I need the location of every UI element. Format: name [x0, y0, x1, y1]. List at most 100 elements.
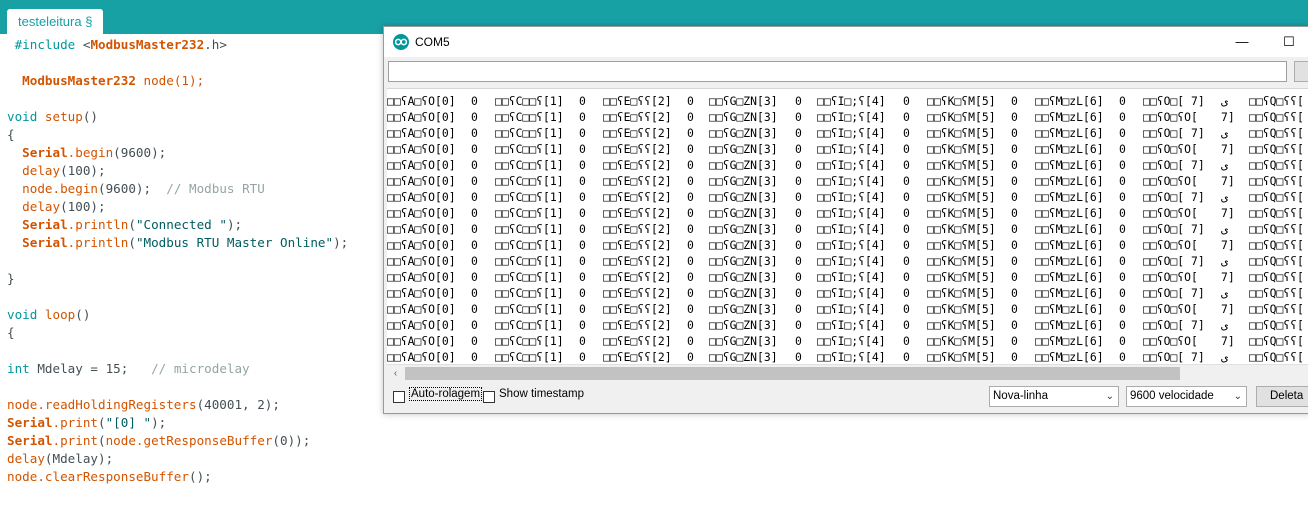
- serial-output-value: □□ʕQ□ʕʕ[: [1249, 206, 1304, 220]
- serial-output-value: 0: [471, 350, 478, 364]
- serial-output-value: 0: [795, 206, 802, 220]
- serial-output-value: 0: [687, 318, 694, 332]
- serial-output-value: 0: [579, 286, 586, 300]
- serial-output-value: □□ʕO□[ 7]: [1143, 94, 1205, 108]
- serial-output-value: □□ʕK□ʕM[5]: [927, 94, 996, 108]
- serial-output-value: □□ʕK□ʕM[5]: [927, 334, 996, 348]
- serial-output-value: 0: [579, 190, 586, 204]
- serial-output-value: 0: [1011, 110, 1018, 124]
- serial-output-value: □□ʕC□□ʕ[1]: [495, 158, 564, 172]
- timestamp-label[interactable]: Show timestamp: [499, 388, 584, 400]
- serial-output-value: 0: [579, 318, 586, 332]
- serial-output-value: □□ʕI□;ʕ[4]: [817, 158, 886, 172]
- serial-output-value: 0: [471, 238, 478, 252]
- maximize-button[interactable]: ☐: [1266, 27, 1308, 57]
- serial-output-value: 0: [471, 94, 478, 108]
- serial-output-line: □□ʕA□ʕO[0] 0 □□ʕC□□ʕ[1] 0 □□ʕE□ʕʕ[2] 0 □□ʕG□ZN…: [387, 125, 1308, 141]
- serial-output-value: 0: [903, 174, 910, 188]
- serial-output-value: □□ʕQ□ʕʕ[: [1249, 190, 1304, 204]
- serial-output-value: 0: [1011, 126, 1018, 140]
- serial-output-value: □□ʕC□□ʕ[1]: [495, 350, 564, 364]
- serial-output-value: ى: [1221, 222, 1228, 236]
- serial-output-value: □□ʕG□ZN[3]: [709, 254, 778, 268]
- line-ending-select[interactable]: Nova-linha ⌄: [989, 386, 1119, 407]
- serial-output-value: 0: [1119, 126, 1126, 140]
- serial-output-line: □□ʕA□ʕO[0] 0 □□ʕC□□ʕ[1] 0 □□ʕE□ʕʕ[2] 0 □□ʕG□ZN…: [387, 317, 1308, 333]
- serial-output-value: □□ʕO□ʕO[: [1143, 142, 1198, 156]
- serial-output-value: 0: [1119, 334, 1126, 348]
- autoscroll-checkbox[interactable]: [393, 391, 405, 403]
- serial-output-value: 0: [471, 270, 478, 284]
- serial-output-value: 0: [903, 302, 910, 316]
- serial-output-value: □□ʕK□ʕM[5]: [927, 270, 996, 284]
- serial-output[interactable]: □□ʕA□ʕO[0] 0 □□ʕC□□ʕ[1] 0 □□ʕE□ʕʕ[2] 0 □□ʕG□ZN…: [387, 88, 1308, 365]
- serial-output-value: 0: [471, 174, 478, 188]
- serial-footer: Auto-rolagem Show timestamp Nova-linha ⌄…: [384, 383, 1308, 413]
- serial-output-value: □□ʕQ□ʕʕ[: [1249, 222, 1304, 236]
- serial-output-value: 0: [579, 270, 586, 284]
- serial-output-value: 0: [1119, 222, 1126, 236]
- sketch-tab[interactable]: testeleitura §: [7, 9, 104, 34]
- baud-rate-value: 9600 velocidade: [1130, 390, 1214, 402]
- autoscroll-label[interactable]: Auto-rolagem: [409, 387, 483, 401]
- serial-output-value: □□ʕE□ʕʕ[2]: [603, 206, 672, 220]
- serial-output-value: □□ʕI□;ʕ[4]: [817, 174, 886, 188]
- serial-output-value: □□ʕG□ZN[3]: [709, 174, 778, 188]
- serial-output-value: 0: [1119, 238, 1126, 252]
- serial-output-value: 0: [795, 222, 802, 236]
- serial-output-value: 0: [579, 302, 586, 316]
- minimize-button[interactable]: —: [1219, 27, 1265, 57]
- serial-output-line: □□ʕA□ʕO[0] 0 □□ʕC□□ʕ[1] 0 □□ʕE□ʕʕ[2] 0 □□ʕG□ZN…: [387, 237, 1308, 253]
- serial-output-value: ى: [1221, 158, 1228, 172]
- serial-output-value: 0: [1119, 190, 1126, 204]
- serial-output-value: 0: [1119, 158, 1126, 172]
- serial-output-value: 0: [579, 334, 586, 348]
- clear-output-button[interactable]: Deleta: [1256, 386, 1308, 407]
- serial-output-value: □□ʕE□ʕʕ[2]: [603, 190, 672, 204]
- serial-output-value: 0: [1011, 334, 1018, 348]
- source-code[interactable]: #include <ModbusMaster232.h> ModbusMaste…: [7, 36, 348, 486]
- baud-rate-select[interactable]: 9600 velocidade ⌄: [1126, 386, 1247, 407]
- serial-output-value: □□ʕK□ʕM[5]: [927, 174, 996, 188]
- send-button[interactable]: [1294, 61, 1308, 82]
- serial-output-value: 7]: [1221, 302, 1235, 316]
- scrollbar-thumb[interactable]: [405, 367, 1180, 380]
- serial-output-line: □□ʕA□ʕO[0] 0 □□ʕC□□ʕ[1] 0 □□ʕE□ʕʕ[2] 0 □□ʕG□ZN…: [387, 173, 1308, 189]
- serial-output-value: □□ʕA□ʕO[0]: [387, 302, 456, 316]
- serial-output-value: 0: [471, 110, 478, 124]
- serial-output-value: 0: [687, 174, 694, 188]
- scroll-left-icon[interactable]: ‹: [387, 365, 404, 382]
- serial-output-value: 0: [1119, 94, 1126, 108]
- serial-output-value: □□ʕE□ʕʕ[2]: [603, 222, 672, 236]
- serial-output-value: □□ʕQ□ʕʕ[: [1249, 302, 1304, 316]
- serial-output-value: 0: [1011, 206, 1018, 220]
- serial-output-line: □□ʕA□ʕO[0] 0 □□ʕC□□ʕ[1] 0 □□ʕE□ʕʕ[2] 0 □□ʕG□ZN…: [387, 221, 1308, 237]
- serial-output-value: □□ʕC□□ʕ[1]: [495, 302, 564, 316]
- serial-output-value: 0: [687, 206, 694, 220]
- window-title: COM5: [415, 35, 450, 49]
- serial-output-value: ى: [1221, 350, 1228, 364]
- window-titlebar[interactable]: COM5 — ☐: [384, 27, 1308, 57]
- serial-output-line: □□ʕA□ʕO[0] 0 □□ʕC□□ʕ[1] 0 □□ʕE□ʕʕ[2] 0 □□ʕG□ZN…: [387, 93, 1308, 109]
- serial-output-value: 0: [795, 254, 802, 268]
- serial-output-value: □□ʕA□ʕO[0]: [387, 110, 456, 124]
- serial-output-value: □□ʕO□ʕO[: [1143, 270, 1198, 284]
- serial-output-value: □□ʕQ□ʕʕ[: [1249, 94, 1304, 108]
- serial-output-value: □□ʕK□ʕM[5]: [927, 110, 996, 124]
- timestamp-checkbox[interactable]: [483, 391, 495, 403]
- serial-output-value: 0: [1119, 286, 1126, 300]
- serial-output-value: □□ʕO□[ 7]: [1143, 158, 1205, 172]
- serial-output-value: 0: [471, 254, 478, 268]
- serial-output-value: 0: [687, 222, 694, 236]
- serial-output-value: □□ʕO□ʕO[: [1143, 238, 1198, 252]
- serial-output-line: □□ʕA□ʕO[0] 0 □□ʕC□□ʕ[1] 0 □□ʕE□ʕʕ[2] 0 □□ʕG□ZN…: [387, 189, 1308, 205]
- serial-output-value: □□ʕO□[ 7]: [1143, 222, 1205, 236]
- send-input[interactable]: [388, 61, 1287, 82]
- serial-output-value: □□ʕQ□ʕʕ[: [1249, 254, 1304, 268]
- horizontal-scrollbar[interactable]: ‹: [387, 364, 1308, 382]
- serial-output-value: □□ʕK□ʕM[5]: [927, 286, 996, 300]
- serial-output-value: □□ʕE□ʕʕ[2]: [603, 318, 672, 332]
- serial-output-value: 0: [471, 190, 478, 204]
- serial-output-value: 0: [579, 174, 586, 188]
- serial-output-line: □□ʕA□ʕO[0] 0 □□ʕC□□ʕ[1] 0 □□ʕE□ʕʕ[2] 0 □□ʕG□ZN…: [387, 301, 1308, 317]
